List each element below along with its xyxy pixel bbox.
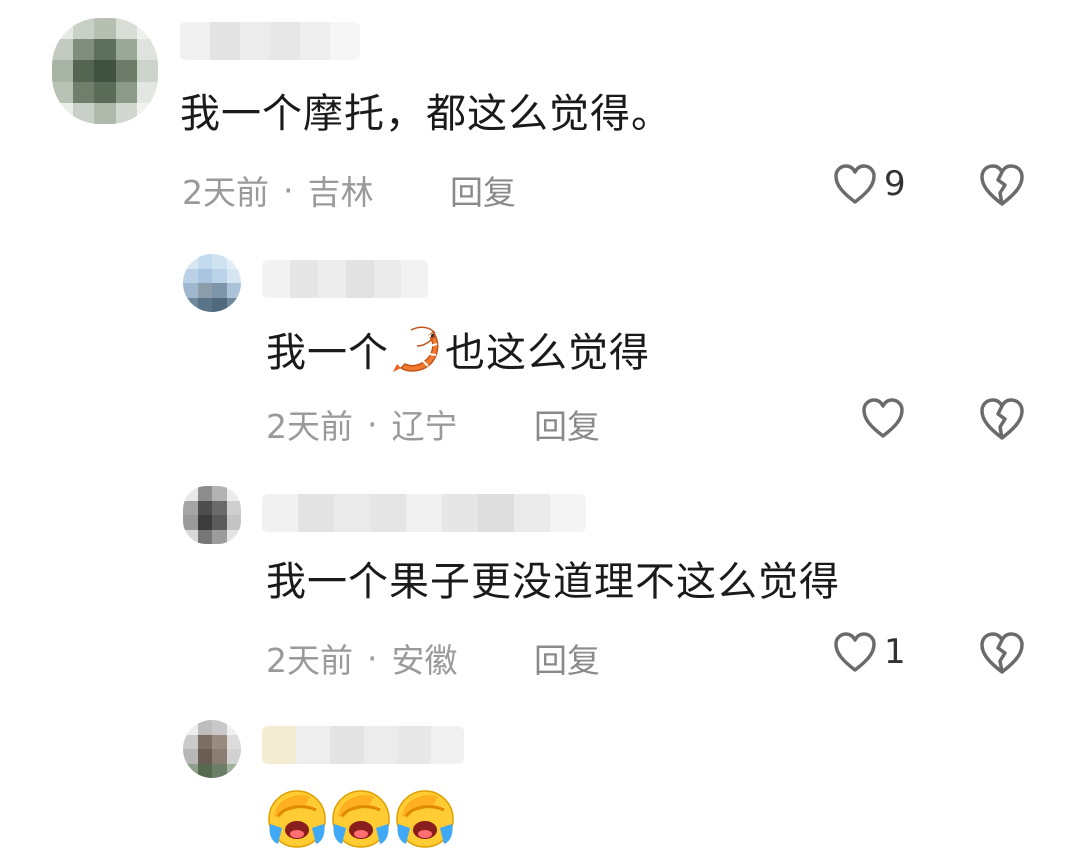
username-blurred[interactable] [180, 22, 360, 60]
dislike-button[interactable] [978, 630, 1026, 680]
meta-separator: · [367, 404, 378, 444]
broken-heart-icon [980, 398, 1024, 440]
avatar[interactable] [183, 254, 241, 312]
broken-heart-icon [980, 632, 1024, 674]
avatar[interactable] [52, 18, 158, 124]
reply-button[interactable]: 回复 [450, 166, 516, 214]
reply-button[interactable]: 回复 [534, 634, 600, 682]
comment-4 [0, 706, 1084, 866]
heart-outline-icon [834, 164, 876, 204]
meta-separator: · [283, 170, 294, 210]
broken-heart-icon [980, 164, 1024, 206]
comment-time: 2天前 [182, 173, 269, 212]
avatar[interactable] [183, 486, 241, 544]
reply-button[interactable]: 回复 [534, 400, 600, 448]
username-blurred[interactable] [262, 260, 428, 298]
heart-outline-icon [862, 398, 904, 438]
like-count: 1 [884, 632, 906, 672]
avatar[interactable] [183, 720, 241, 778]
face-palm-crying-icon [328, 786, 394, 854]
comment-3: 我一个果子更没道理不这么觉得 2天前 · 安徽 回复 1 [0, 472, 1084, 696]
comment-1: 我一个摩托，都这么觉得。 2天前 · 吉林 回复 9 [0, 0, 1084, 230]
dislike-button[interactable] [978, 162, 1026, 212]
comment-time: 2天前 [266, 641, 353, 680]
comment-location: 吉林 [307, 173, 374, 212]
meta-separator: · [367, 638, 378, 678]
comment-text: 我一个 也这么觉得 [266, 324, 650, 389]
comment-text: 我一个果子更没道理不这么觉得 [266, 559, 840, 605]
shrimp-icon [389, 324, 445, 389]
comment-meta: 2天前 · 辽宁 [266, 400, 458, 448]
heart-outline-icon [834, 632, 876, 672]
username-blurred[interactable] [262, 726, 464, 764]
like-button[interactable]: 1 [832, 630, 906, 674]
comment-location: 安徽 [391, 641, 458, 680]
comment-text: 我一个摩托，都这么觉得。 [180, 91, 672, 137]
comment-meta: 2天前 · 吉林 [182, 166, 374, 214]
comment-text-after: 也这么觉得 [445, 330, 650, 376]
comment-time: 2天前 [266, 407, 353, 446]
like-button[interactable]: 9 [832, 162, 906, 206]
face-palm-crying-icon [264, 786, 330, 854]
like-button[interactable] [860, 396, 912, 440]
like-count: 9 [884, 164, 906, 204]
comment-meta: 2天前 · 安徽 [266, 634, 458, 682]
face-palm-crying-icon [392, 786, 458, 854]
comment-2: 我一个 也这么觉得 2天前 · 辽宁 回复 [0, 240, 1084, 460]
comment-text-before: 我一个 [266, 330, 389, 376]
comment-location: 辽宁 [391, 407, 458, 446]
dislike-button[interactable] [978, 396, 1026, 446]
username-blurred[interactable] [262, 494, 586, 532]
